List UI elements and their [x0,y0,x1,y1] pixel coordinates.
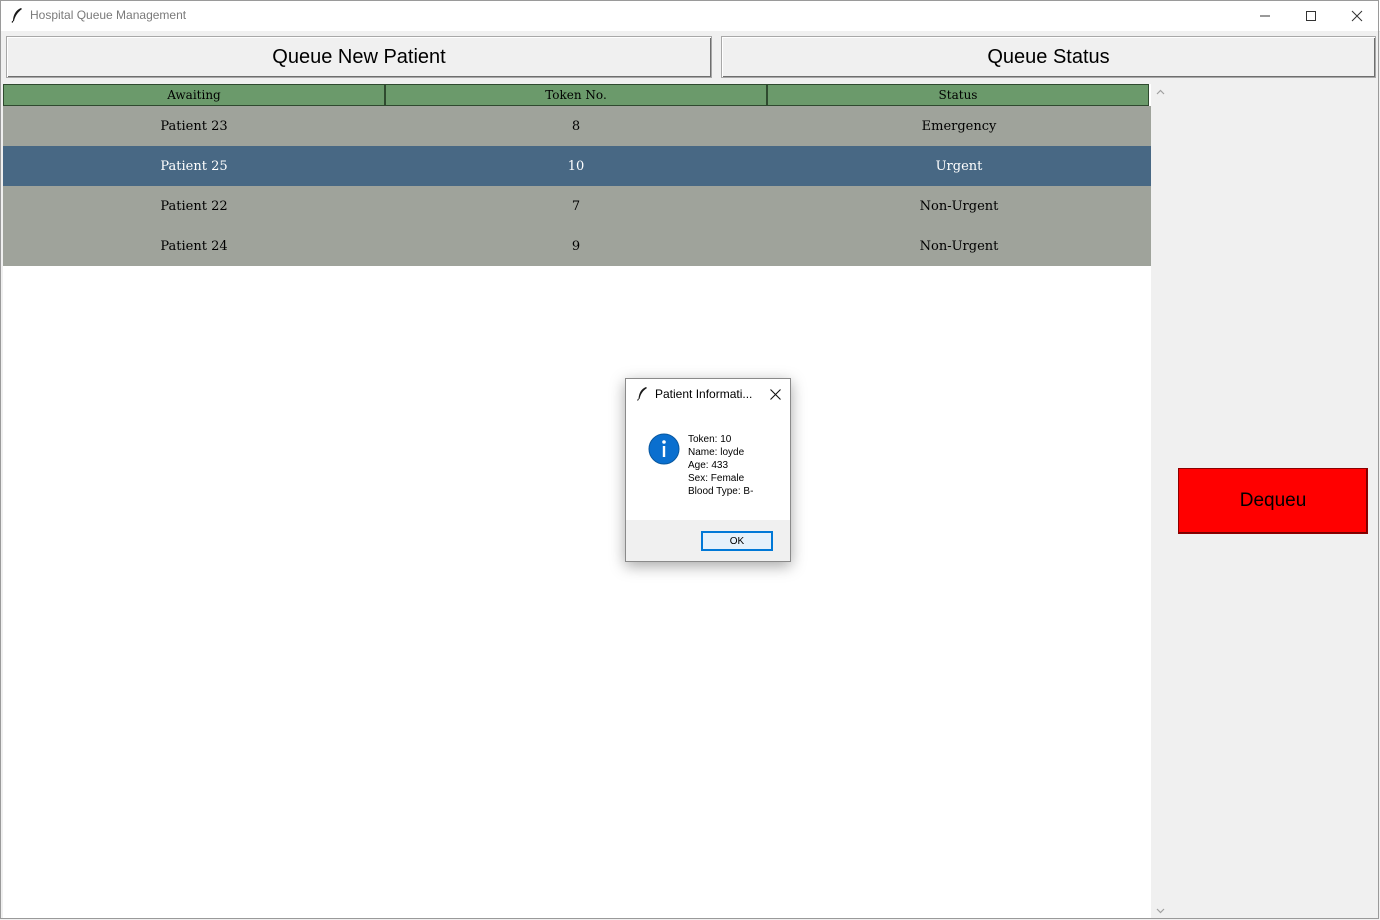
close-icon [769,388,781,400]
cell-token: 9 [571,238,581,254]
scroll-up-button[interactable] [1152,84,1168,100]
column-header-awaiting[interactable]: Awaiting [3,84,385,106]
dialog-message: Token: 10 Name: loyde Age: 433 Sex: Fema… [688,433,753,498]
patient-queue-table[interactable]: Awaiting Token No. Status Patient 23 8 E… [3,84,1151,919]
patient-information-dialog: Patient Informati... Token: 10 Name: loy… [625,378,791,562]
dialog-line-blood-type: Blood Type: B- [688,486,754,497]
title-bar: Hospital Queue Management [0,0,1380,32]
dialog-title-bar: Patient Informati... [626,379,790,409]
cell-awaiting: Patient 25 [160,158,228,174]
close-icon [1351,10,1363,21]
minimize-icon [1260,15,1270,16]
table-row[interactable]: Patient 22 7 Non-Urgent [3,186,1151,226]
minimize-button[interactable] [1242,0,1288,31]
column-header-status[interactable]: Status [767,84,1149,106]
info-icon [648,433,680,465]
cell-awaiting: Patient 24 [160,238,228,254]
cell-awaiting: Patient 22 [160,198,228,214]
chevron-up-icon [1156,89,1164,95]
cell-token: 10 [567,158,585,174]
cell-status: Non-Urgent [919,238,999,254]
cell-status: Emergency [921,118,997,134]
table-row[interactable]: Patient 24 9 Non-Urgent [3,226,1151,266]
dialog-close-button[interactable] [766,385,784,403]
table-row-selected[interactable]: Patient 25 10 Urgent [3,146,1151,186]
table-header: Awaiting Token No. Status [3,84,1151,106]
dialog-title: Patient Informati... [655,387,753,401]
feather-icon [637,387,647,401]
table-row[interactable]: Patient 23 8 Emergency [3,106,1151,146]
maximize-button[interactable] [1288,0,1334,31]
queue-new-patient-button[interactable]: Queue New Patient [6,36,712,78]
queue-status-button[interactable]: Queue Status [721,36,1376,78]
dequeue-button[interactable]: Dequeu [1178,468,1368,534]
cell-status: Non-Urgent [919,198,999,214]
cell-token: 7 [571,198,581,214]
cell-token: 8 [571,118,581,134]
table-scrollbar[interactable] [1152,84,1168,919]
dialog-line-token: Token: 10 [688,434,732,445]
feather-icon [11,8,22,23]
close-button[interactable] [1334,0,1380,31]
dialog-line-age: Age: 433 [688,460,729,471]
ok-button[interactable]: OK [701,531,773,551]
dialog-line-sex: Sex: Female [688,473,745,484]
dialog-line-name: Name: loyde [688,447,745,458]
window-title: Hospital Queue Management [30,8,187,22]
dialog-footer: OK [626,520,790,561]
column-header-token[interactable]: Token No. [385,84,767,106]
cell-status: Urgent [935,158,983,174]
chevron-down-icon [1156,908,1164,914]
cell-awaiting: Patient 23 [160,118,228,134]
maximize-icon [1306,10,1316,21]
table-body: Patient 23 8 Emergency Patient 25 10 Urg… [3,106,1151,266]
scroll-down-button[interactable] [1152,903,1168,919]
